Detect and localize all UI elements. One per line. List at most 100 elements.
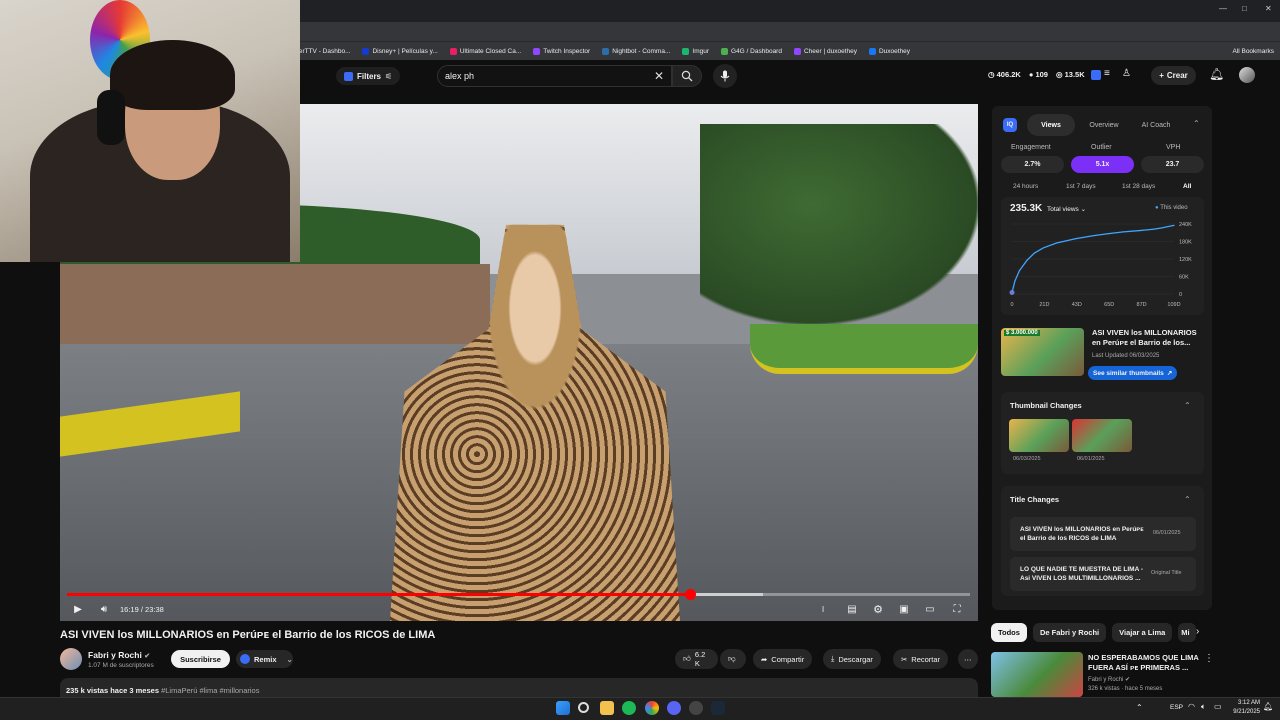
notification-center-icon[interactable]: 🔔︎	[1263, 702, 1273, 711]
bookmark-item[interactable]: Cheer | duxoethey	[788, 42, 863, 60]
channel-avatar[interactable]	[60, 648, 82, 670]
see-similar-thumbnails-button[interactable]: See similar thumbnails ↗	[1088, 366, 1178, 380]
engagement-label: Engagement	[1011, 144, 1051, 151]
account-avatar[interactable]	[1239, 67, 1255, 83]
fullscreen-icon[interactable]: ⛶	[949, 598, 965, 620]
chip-viajar[interactable]: Viajar a Lima	[1112, 623, 1173, 642]
search-button[interactable]	[672, 65, 702, 87]
outlier-label: Outlier	[1091, 144, 1112, 151]
recommended-title[interactable]: NO ESPERABAMOS QUE LIMA FUERA ASÍ ᴘᴇ PRI…	[1088, 653, 1200, 673]
headphones	[97, 90, 125, 145]
tray-chevron-icon[interactable]: ⌃	[1136, 703, 1143, 712]
theater-mode-icon[interactable]: ▭	[922, 598, 938, 620]
clip-button[interactable]: ✂ Recortar	[893, 649, 949, 669]
bookmark-item[interactable]: Duxoethey	[863, 42, 916, 60]
captions-icon[interactable]: ▤	[844, 598, 860, 620]
range-28d[interactable]: 1st 28 days	[1122, 183, 1155, 190]
chip-channel[interactable]: De Fabri y Rochi	[1032, 623, 1107, 642]
windows-start-icon[interactable]	[556, 701, 570, 715]
wifi-icon[interactable]: ◠	[1188, 702, 1195, 711]
bookmark-item[interactable]: Imgur	[676, 42, 715, 60]
bookmark-item[interactable]: Ultimate Closed Ca...	[444, 42, 527, 60]
dislike-button[interactable]: 👎︎	[720, 649, 746, 669]
vidiq-logo-icon[interactable]	[1091, 70, 1101, 80]
share-label: Compartir	[771, 654, 805, 664]
bookmark-item[interactable]: G4G / Dashboard	[715, 42, 788, 60]
file-explorer-icon[interactable]	[600, 701, 614, 715]
search-input[interactable]: alex ph ✕	[437, 65, 672, 87]
video-thumbnail[interactable]: $ 3.000.000	[1001, 328, 1084, 376]
search-value: alex ph	[445, 71, 475, 81]
chrome-icon[interactable]	[645, 701, 659, 715]
play-icon[interactable]: ▶	[70, 598, 86, 620]
notifications-bell-icon[interactable]: 🔔︎	[1209, 67, 1224, 81]
series-point	[1033, 252, 1035, 254]
thumbnail-changes-collapse-icon[interactable]: ⌃	[1184, 401, 1191, 410]
collapse-icon[interactable]: ⌃	[1193, 119, 1200, 128]
all-bookmarks[interactable]: All Bookmarks	[1226, 42, 1280, 60]
series-point	[1093, 235, 1095, 237]
obs-icon[interactable]	[689, 701, 703, 715]
share-button[interactable]: ➦ Compartir	[753, 649, 813, 669]
volume-icon[interactable]: 🔊︎	[96, 598, 112, 620]
range-7d[interactable]: 1st 7 days	[1066, 183, 1096, 190]
title-changes-collapse-icon[interactable]: ⌃	[1184, 495, 1191, 504]
thumbnail-date-2: 06/01/2025	[1077, 456, 1105, 462]
chevron-right-icon[interactable]: ›	[1196, 626, 1199, 637]
thumbnail-version-1[interactable]	[1009, 419, 1069, 452]
speaker-icon[interactable]: 🔈︎	[1201, 702, 1206, 712]
like-button[interactable]: 👍︎ 6.2 K	[675, 649, 718, 669]
thumbnail-card-title: ASI VIVEN los MILLONARIOS en Perúᴘᴇ el B…	[1092, 328, 1197, 347]
close-icon[interactable]: ✕	[1265, 4, 1272, 13]
settings-gear-icon[interactable]: ⚙	[870, 598, 886, 620]
download-button[interactable]: ⤓ Descargar	[823, 649, 881, 669]
hashtags[interactable]: #LimaPerú #lima #millonarios	[161, 686, 259, 695]
battery-icon[interactable]: ▭	[1214, 702, 1222, 711]
spotify-icon[interactable]	[622, 701, 636, 715]
steam-icon[interactable]	[711, 701, 725, 715]
total-views-select[interactable]: Total views ⌄	[1047, 205, 1086, 213]
discord-icon[interactable]	[667, 701, 681, 715]
series-point	[1160, 227, 1162, 229]
autoplay-toggle-icon[interactable]: ⏽	[814, 598, 832, 620]
trophy-icon[interactable]: ♙	[1122, 68, 1131, 79]
series-point	[1075, 237, 1077, 240]
plus-icon: +	[1159, 71, 1164, 80]
clear-search-icon[interactable]: ✕	[654, 69, 664, 83]
channel-name[interactable]: Fabri y Rochi ✔	[88, 650, 150, 660]
tab-overview[interactable]: Overview	[1080, 114, 1128, 136]
list-icon[interactable]: ≡	[1104, 68, 1110, 79]
subscribe-button[interactable]: Suscribirse	[171, 650, 230, 668]
clock-time[interactable]: 3:12 AM	[1236, 700, 1260, 706]
create-button[interactable]: + Crear	[1151, 66, 1196, 85]
range-all[interactable]: All	[1183, 183, 1191, 190]
bookmark-item[interactable]: Nightbot - Comma...	[596, 42, 676, 60]
thumbnail-price-overlay: $ 3.000.000	[1004, 330, 1040, 336]
filters-button[interactable]: Filters ⚟	[336, 67, 401, 85]
more-actions-button[interactable]: ⋯	[958, 649, 978, 669]
recommended-channel[interactable]: Fabri y Rochi ✔	[1088, 676, 1130, 683]
minimize-icon[interactable]: —	[1219, 4, 1227, 13]
miniplayer-icon[interactable]: ▣	[896, 598, 912, 620]
input-language[interactable]: ESP	[1170, 704, 1183, 711]
tab-ai-coach[interactable]: AI Coach	[1132, 114, 1180, 136]
related-chips: Todos De Fabri y Rochi Viajar a Lima Mi	[991, 623, 1197, 643]
tab-views[interactable]: Views	[1027, 114, 1075, 136]
total-views-value: 235.3K	[1010, 203, 1043, 214]
voice-search-button[interactable]	[713, 64, 737, 88]
chip-todos[interactable]: Todos	[991, 623, 1027, 642]
range-24h[interactable]: 24 hours	[1013, 183, 1038, 190]
legend-dot-icon: ●	[1155, 205, 1159, 211]
trees-right	[700, 124, 978, 324]
bookmark-item[interactable]: Disney+ | Películas y...	[356, 42, 443, 60]
series-point	[1042, 247, 1044, 249]
chip-more[interactable]: Mi	[1178, 623, 1197, 642]
recommended-thumbnail[interactable]	[991, 652, 1083, 697]
remix-button[interactable]: Remix ⌄	[236, 650, 293, 668]
thumbnail-version-2[interactable]	[1072, 419, 1132, 452]
clock-date[interactable]: 9/21/2025	[1230, 709, 1260, 715]
more-options-icon[interactable]: ⋮	[1204, 653, 1214, 664]
taskbar-search-icon[interactable]	[578, 702, 589, 713]
maximize-icon[interactable]: □	[1242, 4, 1247, 13]
bookmark-item[interactable]: Twitch Inspector	[527, 42, 596, 60]
